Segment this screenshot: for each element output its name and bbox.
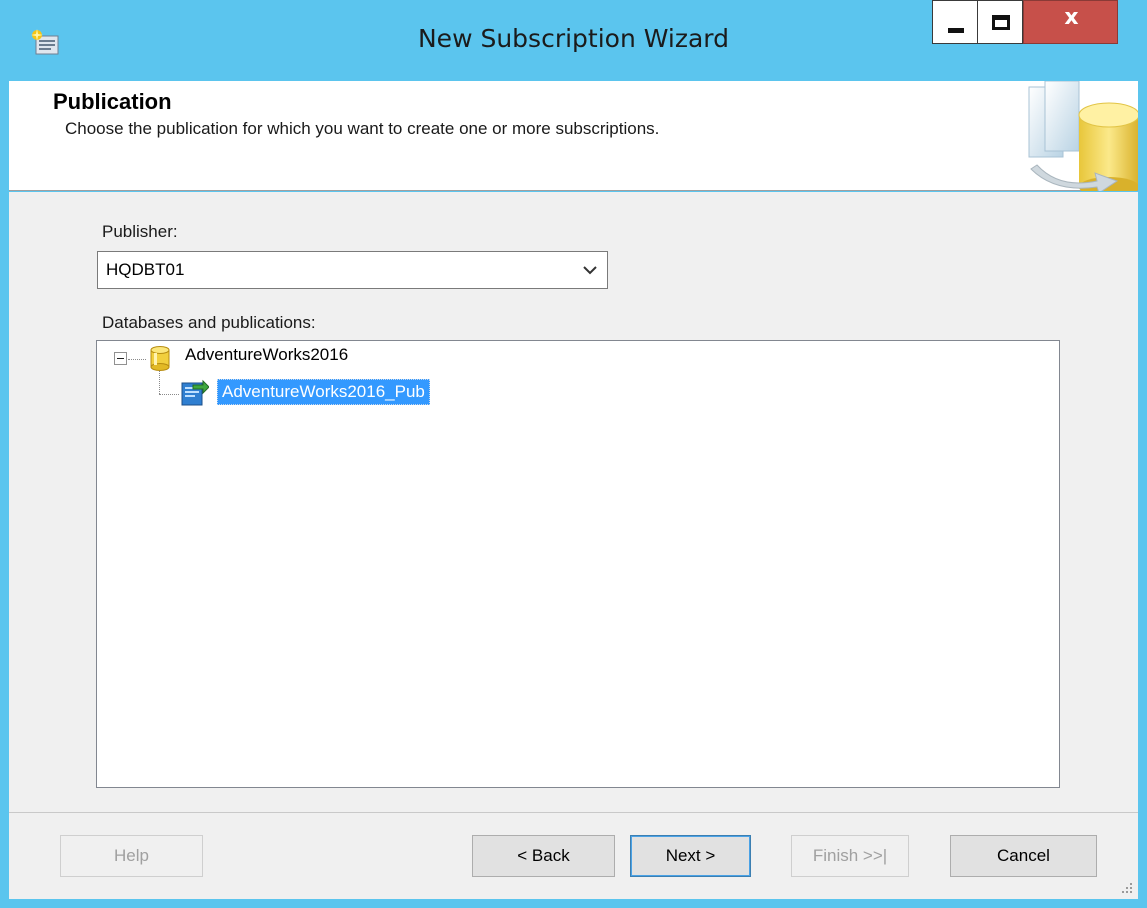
tree-node-publication[interactable]: AdventureWorks2016_Pub <box>97 375 497 406</box>
tree-node-database[interactable]: AdventureWorks2016 <box>97 343 497 371</box>
chevron-down-icon[interactable] <box>581 258 599 282</box>
back-button[interactable]: < Back <box>472 835 615 877</box>
publisher-label: Publisher: <box>102 222 178 241</box>
minimize-icon <box>948 28 964 33</box>
cancel-button[interactable]: Cancel <box>950 835 1097 877</box>
database-icon <box>150 346 170 371</box>
tree-connector <box>128 359 146 360</box>
page-title: Publication <box>53 89 172 114</box>
title-bar[interactable]: New Subscription Wizard x <box>0 0 1147 80</box>
publisher-dropdown[interactable]: HQDBT01 <box>97 251 608 289</box>
finish-button[interactable]: Finish >>| <box>791 835 909 877</box>
minimize-button[interactable] <box>932 0 977 44</box>
maximize-icon <box>992 15 1010 30</box>
wizard-banner-icon <box>1028 81 1138 191</box>
wizard-footer: Help < Back Next > Finish >>| Cancel <box>9 813 1138 899</box>
wizard-window: New Subscription Wizard x Publication Ch… <box>0 0 1147 908</box>
close-button[interactable]: x <box>1023 0 1118 44</box>
publisher-value: HQDBT01 <box>106 260 185 279</box>
publications-tree[interactable]: AdventureWorks2016 AdventureWorks2016_Pu… <box>96 340 1060 788</box>
close-icon: x <box>1064 5 1079 30</box>
maximize-button[interactable] <box>977 0 1023 44</box>
next-button[interactable]: Next > <box>630 835 751 877</box>
tree-publication-label: AdventureWorks2016_Pub <box>217 379 430 405</box>
resize-grip-icon[interactable] <box>1120 881 1134 895</box>
wizard-header: Publication Choose the publication for w… <box>9 81 1138 191</box>
page-subtitle: Choose the publication for which you wan… <box>65 119 660 138</box>
help-button[interactable]: Help <box>60 835 203 877</box>
tree-database-label: AdventureWorks2016 <box>185 345 349 364</box>
wizard-content: Publisher: HQDBT01 Databases and publica… <box>9 192 1138 812</box>
collapse-icon[interactable] <box>114 352 127 365</box>
publication-icon <box>181 379 209 406</box>
databases-label: Databases and publications: <box>102 313 316 332</box>
